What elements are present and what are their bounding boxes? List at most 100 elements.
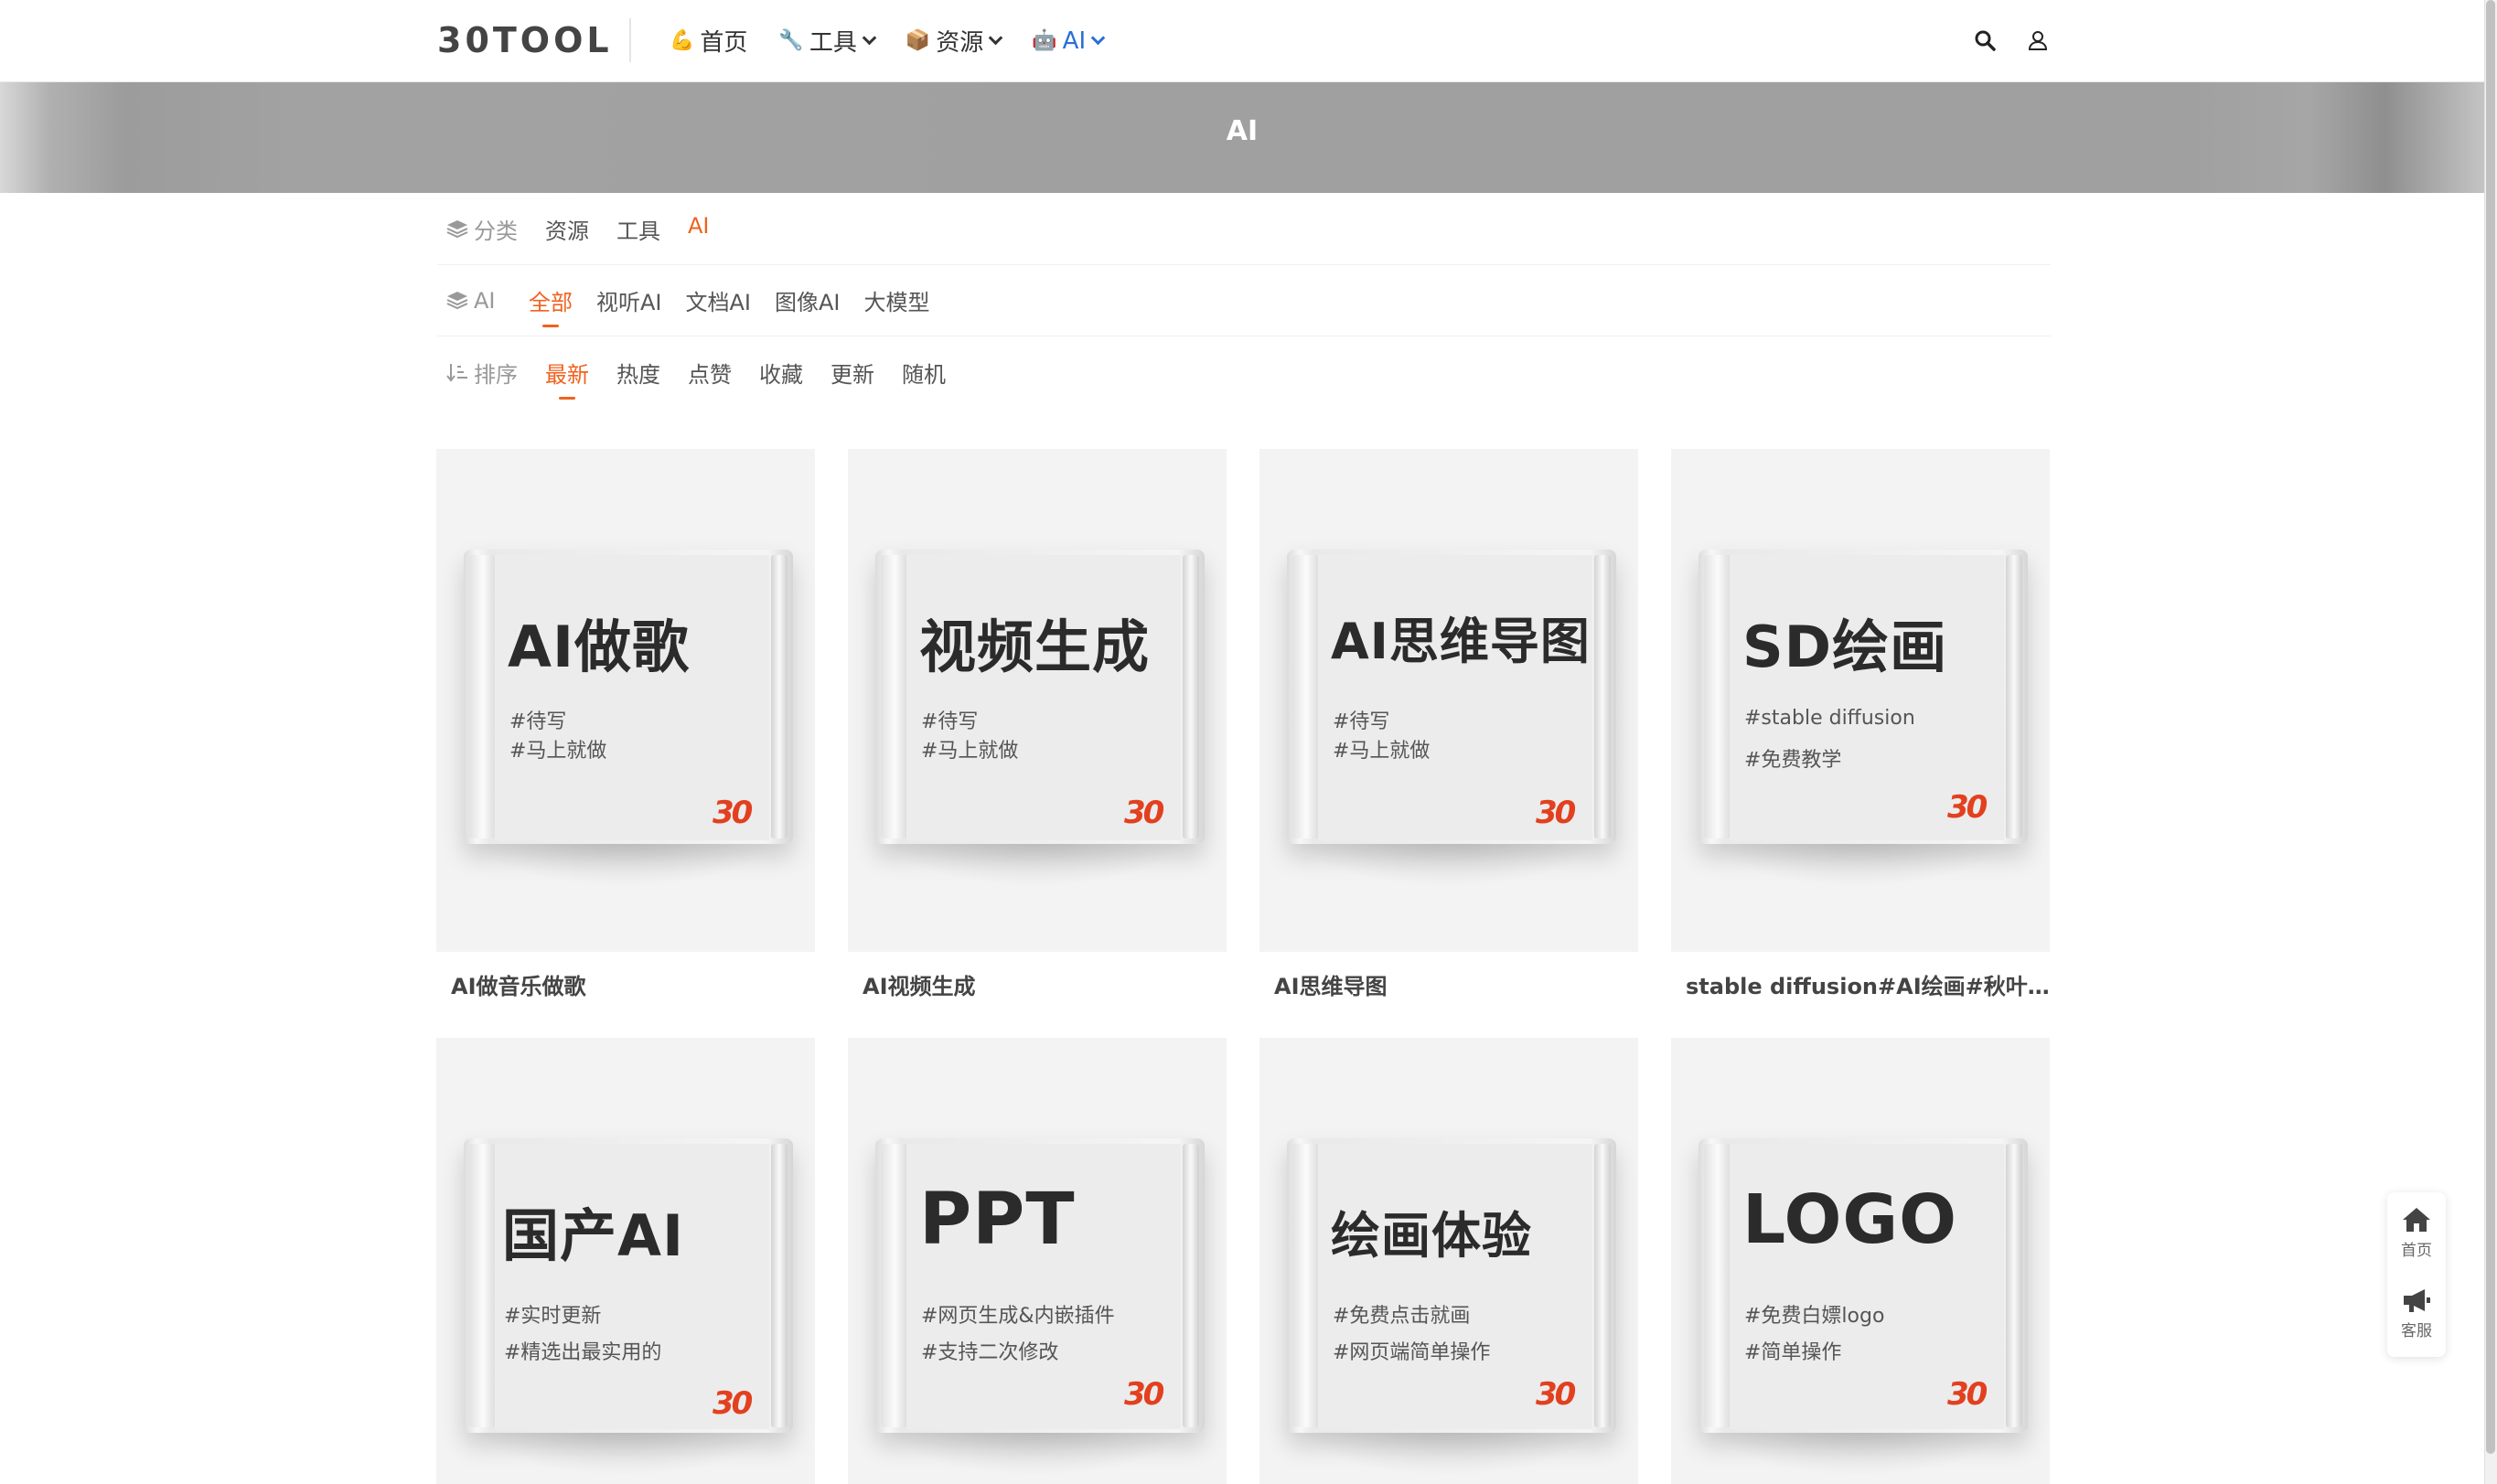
case-graphic: 国产AI #实时更新 #精选出最实用的 30	[464, 1138, 793, 1433]
scrollbar-thumb[interactable]	[2486, 0, 2495, 1454]
post-title[interactable]: AI视频生成	[848, 968, 1227, 1000]
brand-mark: 30	[1536, 1376, 1576, 1413]
cover-tag: #待写	[509, 710, 567, 733]
filter-audiovisual-ai[interactable]: 视听AI	[596, 284, 662, 316]
post-cover: PPT #网页生成&内嵌插件 #支持二次修改 30	[848, 1038, 1227, 1484]
cover-tag: #马上就做	[1333, 740, 1431, 763]
brand-mark: 30	[1536, 795, 1576, 831]
nav-resources[interactable]: 📦 资源	[905, 24, 1003, 58]
post-card[interactable]: 视频生成 #待写 #马上就做 30 AI视频生成	[848, 449, 1227, 1000]
post-cover: 绘画体验 #免费点击就画 #网页端简单操作 30	[1259, 1038, 1638, 1484]
post-card[interactable]: PPT #网页生成&内嵌插件 #支持二次修改 30	[848, 1038, 1227, 1484]
sort-random[interactable]: 随机	[902, 357, 946, 389]
brand-mark: 30	[1947, 1376, 1988, 1413]
filter-label-sort: 排序	[446, 357, 545, 389]
post-cover: SD绘画 #stable diffusion #免费教学 30	[1671, 449, 2050, 952]
cover-tag: #stable diffusion	[1744, 707, 1915, 730]
filter-row-category: 分类 资源 工具 AI	[437, 194, 2051, 265]
nav-tools[interactable]: 🔧 工具	[778, 24, 877, 58]
nav-home[interactable]: 💪 首页	[670, 24, 747, 58]
cover-heading: SD绘画	[1742, 614, 1948, 680]
post-card[interactable]: AI思维导图 #待写 #马上就做 30 AI思维导图	[1259, 449, 1638, 1000]
filter-row-ai: AI 全部 视听AI 文档AI 图像AI 大模型	[437, 265, 2051, 336]
post-cover: 视频生成 #待写 #马上就做 30	[848, 449, 1227, 952]
cover-heading: 国产AI	[502, 1202, 685, 1269]
cover-heading: AI做歌	[508, 614, 691, 680]
filter-ai[interactable]: AI	[688, 213, 710, 245]
filter-row-sort: 排序 最新 热度 点赞 收藏 更新 随机	[437, 336, 2051, 408]
layers-icon	[446, 219, 468, 238]
filter-image-ai[interactable]: 图像AI	[775, 284, 841, 316]
cover-heading: PPT	[919, 1179, 1076, 1261]
user-icon[interactable]	[2023, 26, 2052, 55]
post-cover: AI做歌 #待写 #马上就做 30	[436, 449, 815, 952]
cover-heading: LOGO	[1742, 1180, 1958, 1259]
sort-favorites[interactable]: 收藏	[759, 357, 803, 389]
robot-icon: 🤖	[1032, 29, 1057, 52]
cover-tag: #精选出最实用的	[504, 1341, 662, 1364]
page-title: AI	[1226, 115, 1259, 147]
cover-heading: 视频生成	[919, 614, 1151, 680]
filter-options: 全部 视听AI 文档AI 图像AI 大模型	[529, 284, 930, 327]
sort-newest[interactable]: 最新	[545, 357, 589, 400]
wrench-icon: 🔧	[778, 29, 804, 52]
brand-mark: 30	[1947, 789, 1988, 826]
filter-all[interactable]: 全部	[529, 284, 573, 327]
sort-likes[interactable]: 点赞	[688, 357, 732, 389]
post-card[interactable]: 绘画体验 #免费点击就画 #网页端简单操作 30	[1259, 1038, 1638, 1484]
site-logo[interactable]: 30TOOL	[437, 20, 613, 60]
cover-heading: AI思维导图	[1331, 613, 1591, 670]
post-title[interactable]: AI思维导图	[1259, 968, 1638, 1000]
header-actions	[1970, 26, 2052, 55]
logo-divider	[629, 18, 631, 62]
nav-resources-label: 资源	[936, 29, 984, 57]
chevron-down-icon	[862, 30, 877, 46]
brand-mark: 30	[713, 1385, 753, 1422]
chevron-down-icon	[1090, 30, 1106, 46]
filter-options: 最新 热度 点赞 收藏 更新 随机	[545, 357, 946, 400]
post-cover: AI思维导图 #待写 #马上就做 30	[1259, 449, 1638, 952]
case-graphic: LOGO #免费白嫖logo #简单操作 30	[1699, 1138, 2028, 1433]
brand-mark: 30	[1124, 795, 1164, 831]
cover-tag: #马上就做	[921, 740, 1019, 763]
floating-service-panel: 首页 客服	[2387, 1192, 2446, 1357]
search-icon[interactable]	[1970, 26, 1999, 55]
filter-resources[interactable]: 资源	[545, 213, 589, 245]
hand-icon: 💪	[670, 29, 695, 52]
float-home-button[interactable]: 首页	[2387, 1192, 2446, 1273]
float-service-button[interactable]: 客服	[2387, 1273, 2446, 1353]
cover-tag: #免费白嫖logo	[1744, 1305, 1885, 1328]
filter-tools[interactable]: 工具	[616, 213, 660, 245]
category-banner: AI	[0, 82, 2484, 193]
case-graphic: PPT #网页生成&内嵌插件 #支持二次修改 30	[875, 1138, 1205, 1433]
case-graphic: AI思维导图 #待写 #马上就做 30	[1287, 550, 1616, 844]
post-card[interactable]: 国产AI #实时更新 #精选出最实用的 30	[436, 1038, 815, 1484]
megaphone-icon	[2404, 1288, 2430, 1312]
nav-ai[interactable]: 🤖 AI	[1032, 27, 1106, 55]
cover-tag: #免费教学	[1744, 749, 1842, 772]
post-title[interactable]: stable diffusion#AI绘画#秋叶大...	[1671, 968, 2050, 1000]
case-graphic: AI做歌 #待写 #马上就做 30	[464, 550, 793, 844]
case-graphic: SD绘画 #stable diffusion #免费教学 30	[1699, 550, 2028, 844]
cover-tag: #免费点击就画	[1333, 1305, 1471, 1328]
sort-popularity[interactable]: 热度	[616, 357, 660, 389]
main-nav: 💪 首页 🔧 工具 📦 资源 🤖 AI	[670, 24, 1106, 58]
post-card[interactable]: LOGO #免费白嫖logo #简单操作 30	[1671, 1038, 2050, 1484]
sort-updated[interactable]: 更新	[831, 357, 874, 389]
filter-options: 资源 工具 AI	[545, 213, 710, 245]
post-title[interactable]: AI做音乐做歌	[436, 968, 815, 1000]
post-card[interactable]: AI做歌 #待写 #马上就做 30 AI做音乐做歌	[436, 449, 815, 1000]
post-cover: 国产AI #实时更新 #精选出最实用的 30	[436, 1038, 815, 1484]
filter-label-category: 分类	[446, 213, 545, 245]
cover-tag: #网页端简单操作	[1333, 1341, 1491, 1364]
filter-document-ai[interactable]: 文档AI	[686, 284, 752, 316]
filter-label-ai: AI	[446, 288, 529, 314]
package-icon: 📦	[905, 29, 931, 52]
post-card[interactable]: SD绘画 #stable diffusion #免费教学 30 stable d…	[1671, 449, 2050, 1000]
cover-heading: 绘画体验	[1331, 1207, 1532, 1265]
brand-mark: 30	[713, 795, 753, 831]
nav-home-label: 首页	[700, 29, 748, 57]
chevron-down-icon	[988, 30, 1003, 46]
brand-mark: 30	[1124, 1376, 1164, 1413]
filter-large-model[interactable]: 大模型	[864, 284, 930, 316]
